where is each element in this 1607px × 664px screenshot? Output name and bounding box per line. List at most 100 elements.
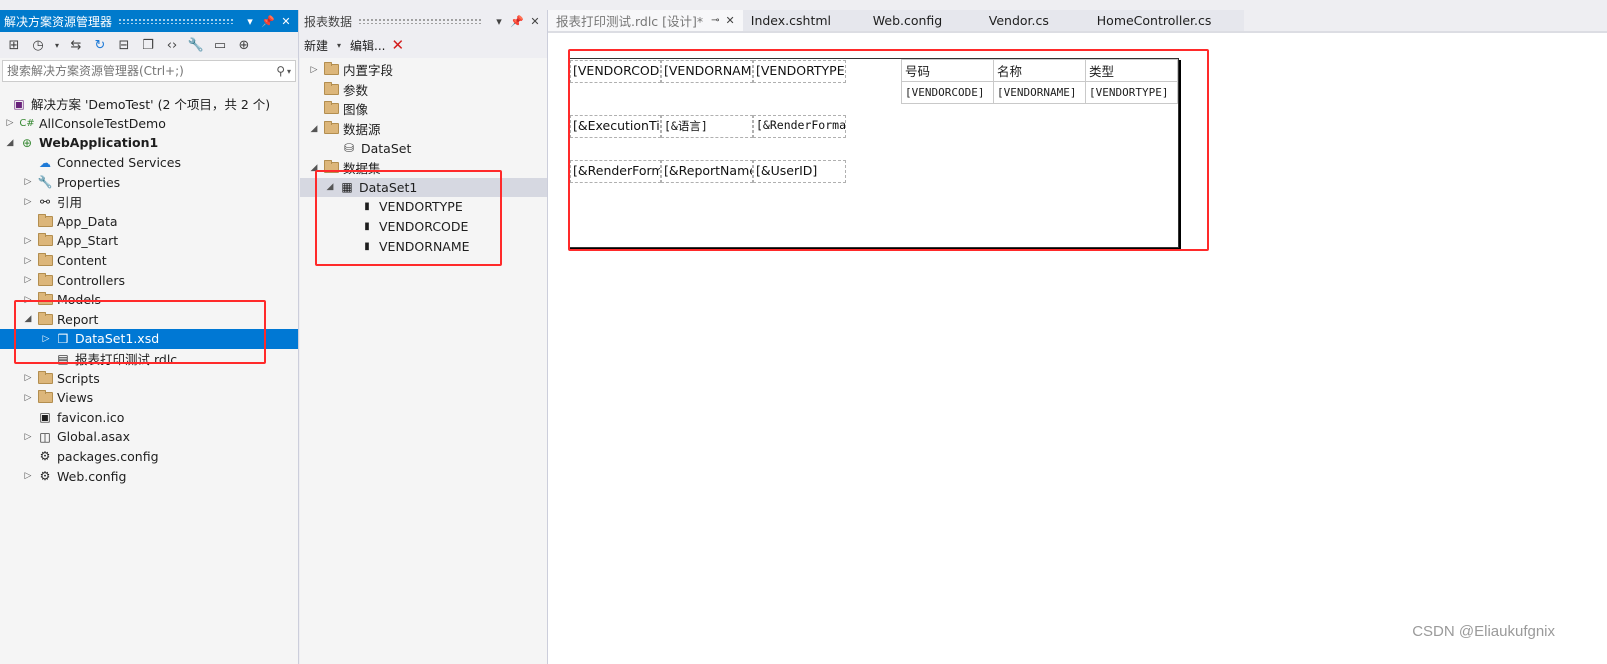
dropdown-arrow-icon[interactable]: ▾ [242, 15, 258, 28]
pin-icon[interactable]: 📌 [509, 15, 525, 28]
properties-icon[interactable]: 🔧 [186, 35, 206, 55]
collapse-arrow-icon[interactable]: ◢ [2, 138, 18, 148]
solution-search-input[interactable] [7, 64, 277, 78]
textbox-render-format[interactable]: [&RenderFormat] [753, 115, 846, 138]
tree-item-report-rdlc[interactable]: ▤ 报表打印测试.rdlc [0, 349, 298, 369]
tree-item-field-vendorname[interactable]: ▮ VENDORNAME [300, 236, 547, 256]
tab-homecontroller-cs[interactable]: HomeController.cs [1088, 10, 1244, 31]
tree-item-dataset1-xsd[interactable]: ▷ ❒ DataSet1.xsd [0, 329, 298, 349]
tab-vendor-cs[interactable]: Vendor.cs [980, 10, 1089, 31]
textbox-report-name[interactable]: [&ReportName] [661, 160, 753, 183]
table-cell[interactable]: [VENDORCODE] [901, 81, 994, 104]
table-cell[interactable]: [VENDORNAME] [993, 81, 1086, 104]
table-header-cell[interactable]: 号码 [901, 59, 994, 82]
tree-item-datasets[interactable]: ◢ 数据集 [300, 158, 547, 178]
textbox-execution-time[interactable]: [&ExecutionTime] [570, 115, 661, 138]
expand-arrow-icon[interactable]: ▷ [38, 334, 54, 344]
report-table[interactable]: 号码 名称 类型 [VENDORCODE] [VENDORNAME] [VEND… [901, 59, 1178, 104]
preview-icon[interactable]: ▭ [210, 35, 230, 55]
class-diagram-icon[interactable]: ⊕ [234, 35, 254, 55]
report-body[interactable]: [VENDORCODE] [VENDORNAME] [VENDORTYPE] [… [568, 58, 1179, 248]
textbox-vendorname[interactable]: [VENDORNAME] [661, 60, 753, 83]
tree-item-models[interactable]: ▷ Models [0, 290, 298, 310]
table-cell[interactable]: [VENDORTYPE] [1085, 81, 1178, 104]
tree-item-scripts[interactable]: ▷ Scripts [0, 368, 298, 388]
tree-item-parameters[interactable]: 参数 [300, 80, 547, 100]
chevron-down-icon[interactable]: ▾ [287, 67, 291, 76]
tree-item-references[interactable]: ▷ ⚯ 引用 [0, 192, 298, 212]
report-design-canvas[interactable]: [VENDORCODE] [VENDORNAME] [VENDORTYPE] [… [548, 33, 1607, 664]
tree-item-builtin-fields[interactable]: ▷ 内置字段 [300, 60, 547, 80]
tree-item-app-data[interactable]: App_Data [0, 212, 298, 232]
tree-item-web-config[interactable]: ▷ ⚙ Web.config [0, 466, 298, 486]
tree-item-dataset-source[interactable]: ⛁ DataSet [300, 138, 547, 158]
tree-item-global-asax[interactable]: ▷ ◫ Global.asax [0, 427, 298, 447]
tree-item-views[interactable]: ▷ Views [0, 388, 298, 408]
chevron-down-icon[interactable]: ▾ [52, 35, 62, 55]
tab-index-cshtml[interactable]: Index.cshtml [742, 10, 865, 31]
tree-item-report[interactable]: ◢ Report [0, 310, 298, 330]
pin-icon[interactable]: 📌 [260, 15, 276, 28]
tab-web-config[interactable]: Web.config [864, 10, 981, 31]
expand-arrow-icon[interactable]: ▷ [306, 65, 322, 75]
tree-item-content[interactable]: ▷ Content [0, 251, 298, 271]
tree-item-webapplication1[interactable]: ◢ ⊕ WebApplication1 [0, 133, 298, 153]
tree-item-images[interactable]: 图像 [300, 99, 547, 119]
close-icon[interactable]: ✕ [726, 14, 735, 27]
sync-icon[interactable]: ⇆ [66, 35, 86, 55]
collapse-arrow-icon[interactable]: ◢ [322, 182, 338, 192]
textbox-user-id[interactable]: [&UserID] [753, 160, 846, 183]
textbox-language[interactable]: [&语言] [661, 115, 753, 138]
textbox-vendorcode[interactable]: [VENDORCODE] [570, 60, 661, 83]
expand-arrow-icon[interactable]: ▷ [20, 373, 36, 383]
tree-item-dataset1[interactable]: ◢ ▦ DataSet1 [300, 177, 547, 198]
expand-arrow-icon[interactable]: ▷ [20, 393, 36, 403]
new-button[interactable]: 新建 [304, 37, 328, 54]
collapse-arrow-icon[interactable]: ◢ [306, 124, 322, 134]
expand-arrow-icon[interactable]: ▷ [20, 432, 36, 442]
expand-arrow-icon[interactable]: ▷ [20, 177, 36, 187]
tree-item-properties[interactable]: ▷ 🔧 Properties [0, 172, 298, 192]
report-data-titlebar[interactable]: 报表数据 ▾ 📌 ✕ [300, 10, 547, 32]
expand-arrow-icon[interactable]: ▷ [20, 197, 36, 207]
refresh-icon[interactable]: ↻ [90, 35, 110, 55]
expand-arrow-icon[interactable]: ▷ [20, 236, 36, 246]
textbox-render-format-2[interactable]: [&RenderFormat] [570, 160, 661, 183]
table-header-cell[interactable]: 名称 [993, 59, 1086, 82]
expand-arrow-icon[interactable]: ▷ [20, 275, 36, 285]
solution-search-box[interactable]: ⚲ ▾ [2, 60, 296, 82]
dropdown-arrow-icon[interactable]: ▾ [491, 15, 507, 28]
show-all-files-icon[interactable]: ❐ [138, 35, 158, 55]
tree-item-solution[interactable]: ▣ 解决方案 'DemoTest' (2 个项目，共 2 个) [0, 94, 298, 114]
close-icon[interactable]: ✕ [527, 15, 543, 28]
tree-item-app-start[interactable]: ▷ App_Start [0, 231, 298, 251]
tree-item-controllers[interactable]: ▷ Controllers [0, 270, 298, 290]
pin-icon[interactable]: ⊸ [711, 15, 719, 26]
expand-arrow-icon[interactable]: ▷ [20, 471, 36, 481]
tree-item-connected-services[interactable]: ☁ Connected Services [0, 153, 298, 173]
tree-item-allconsoletestdemo[interactable]: ▷ C# AllConsoleTestDemo [0, 114, 298, 134]
delete-icon[interactable]: ✕ [391, 36, 404, 54]
close-icon[interactable]: ✕ [278, 15, 294, 28]
collapse-all-icon[interactable]: ⊟ [114, 35, 134, 55]
table-header-cell[interactable]: 类型 [1085, 59, 1178, 82]
solution-explorer-titlebar[interactable]: 解决方案资源管理器 ▾ 📌 ✕ [0, 10, 298, 32]
chevron-down-icon[interactable]: ▾ [334, 35, 344, 55]
pending-changes-icon[interactable]: ◷ [28, 35, 48, 55]
collapse-arrow-icon[interactable]: ◢ [20, 314, 36, 324]
tree-item-packages-config[interactable]: ⚙ packages.config [0, 447, 298, 467]
expand-arrow-icon[interactable]: ▷ [2, 118, 18, 128]
collapse-arrow-icon[interactable]: ◢ [306, 163, 322, 173]
switch-views-icon[interactable]: ⊞ [4, 35, 24, 55]
expand-arrow-icon[interactable]: ▷ [20, 256, 36, 266]
search-icon[interactable]: ⚲ [276, 64, 285, 78]
textbox-vendortype[interactable]: [VENDORTYPE] [753, 60, 846, 83]
edit-button[interactable]: 编辑... [350, 37, 385, 54]
tree-item-data-sources[interactable]: ◢ 数据源 [300, 119, 547, 139]
tree-item-field-vendorcode[interactable]: ▮ VENDORCODE [300, 217, 547, 237]
tree-item-favicon[interactable]: ▣ favicon.ico [0, 408, 298, 428]
view-code-icon[interactable]: ‹› [162, 35, 182, 55]
expand-arrow-icon[interactable]: ▷ [20, 295, 36, 305]
tree-item-field-vendortype[interactable]: ▮ VENDORTYPE [300, 197, 547, 217]
tab-report-designer[interactable]: 报表打印测试.rdlc [设计]* ⊸ ✕ [548, 10, 743, 31]
